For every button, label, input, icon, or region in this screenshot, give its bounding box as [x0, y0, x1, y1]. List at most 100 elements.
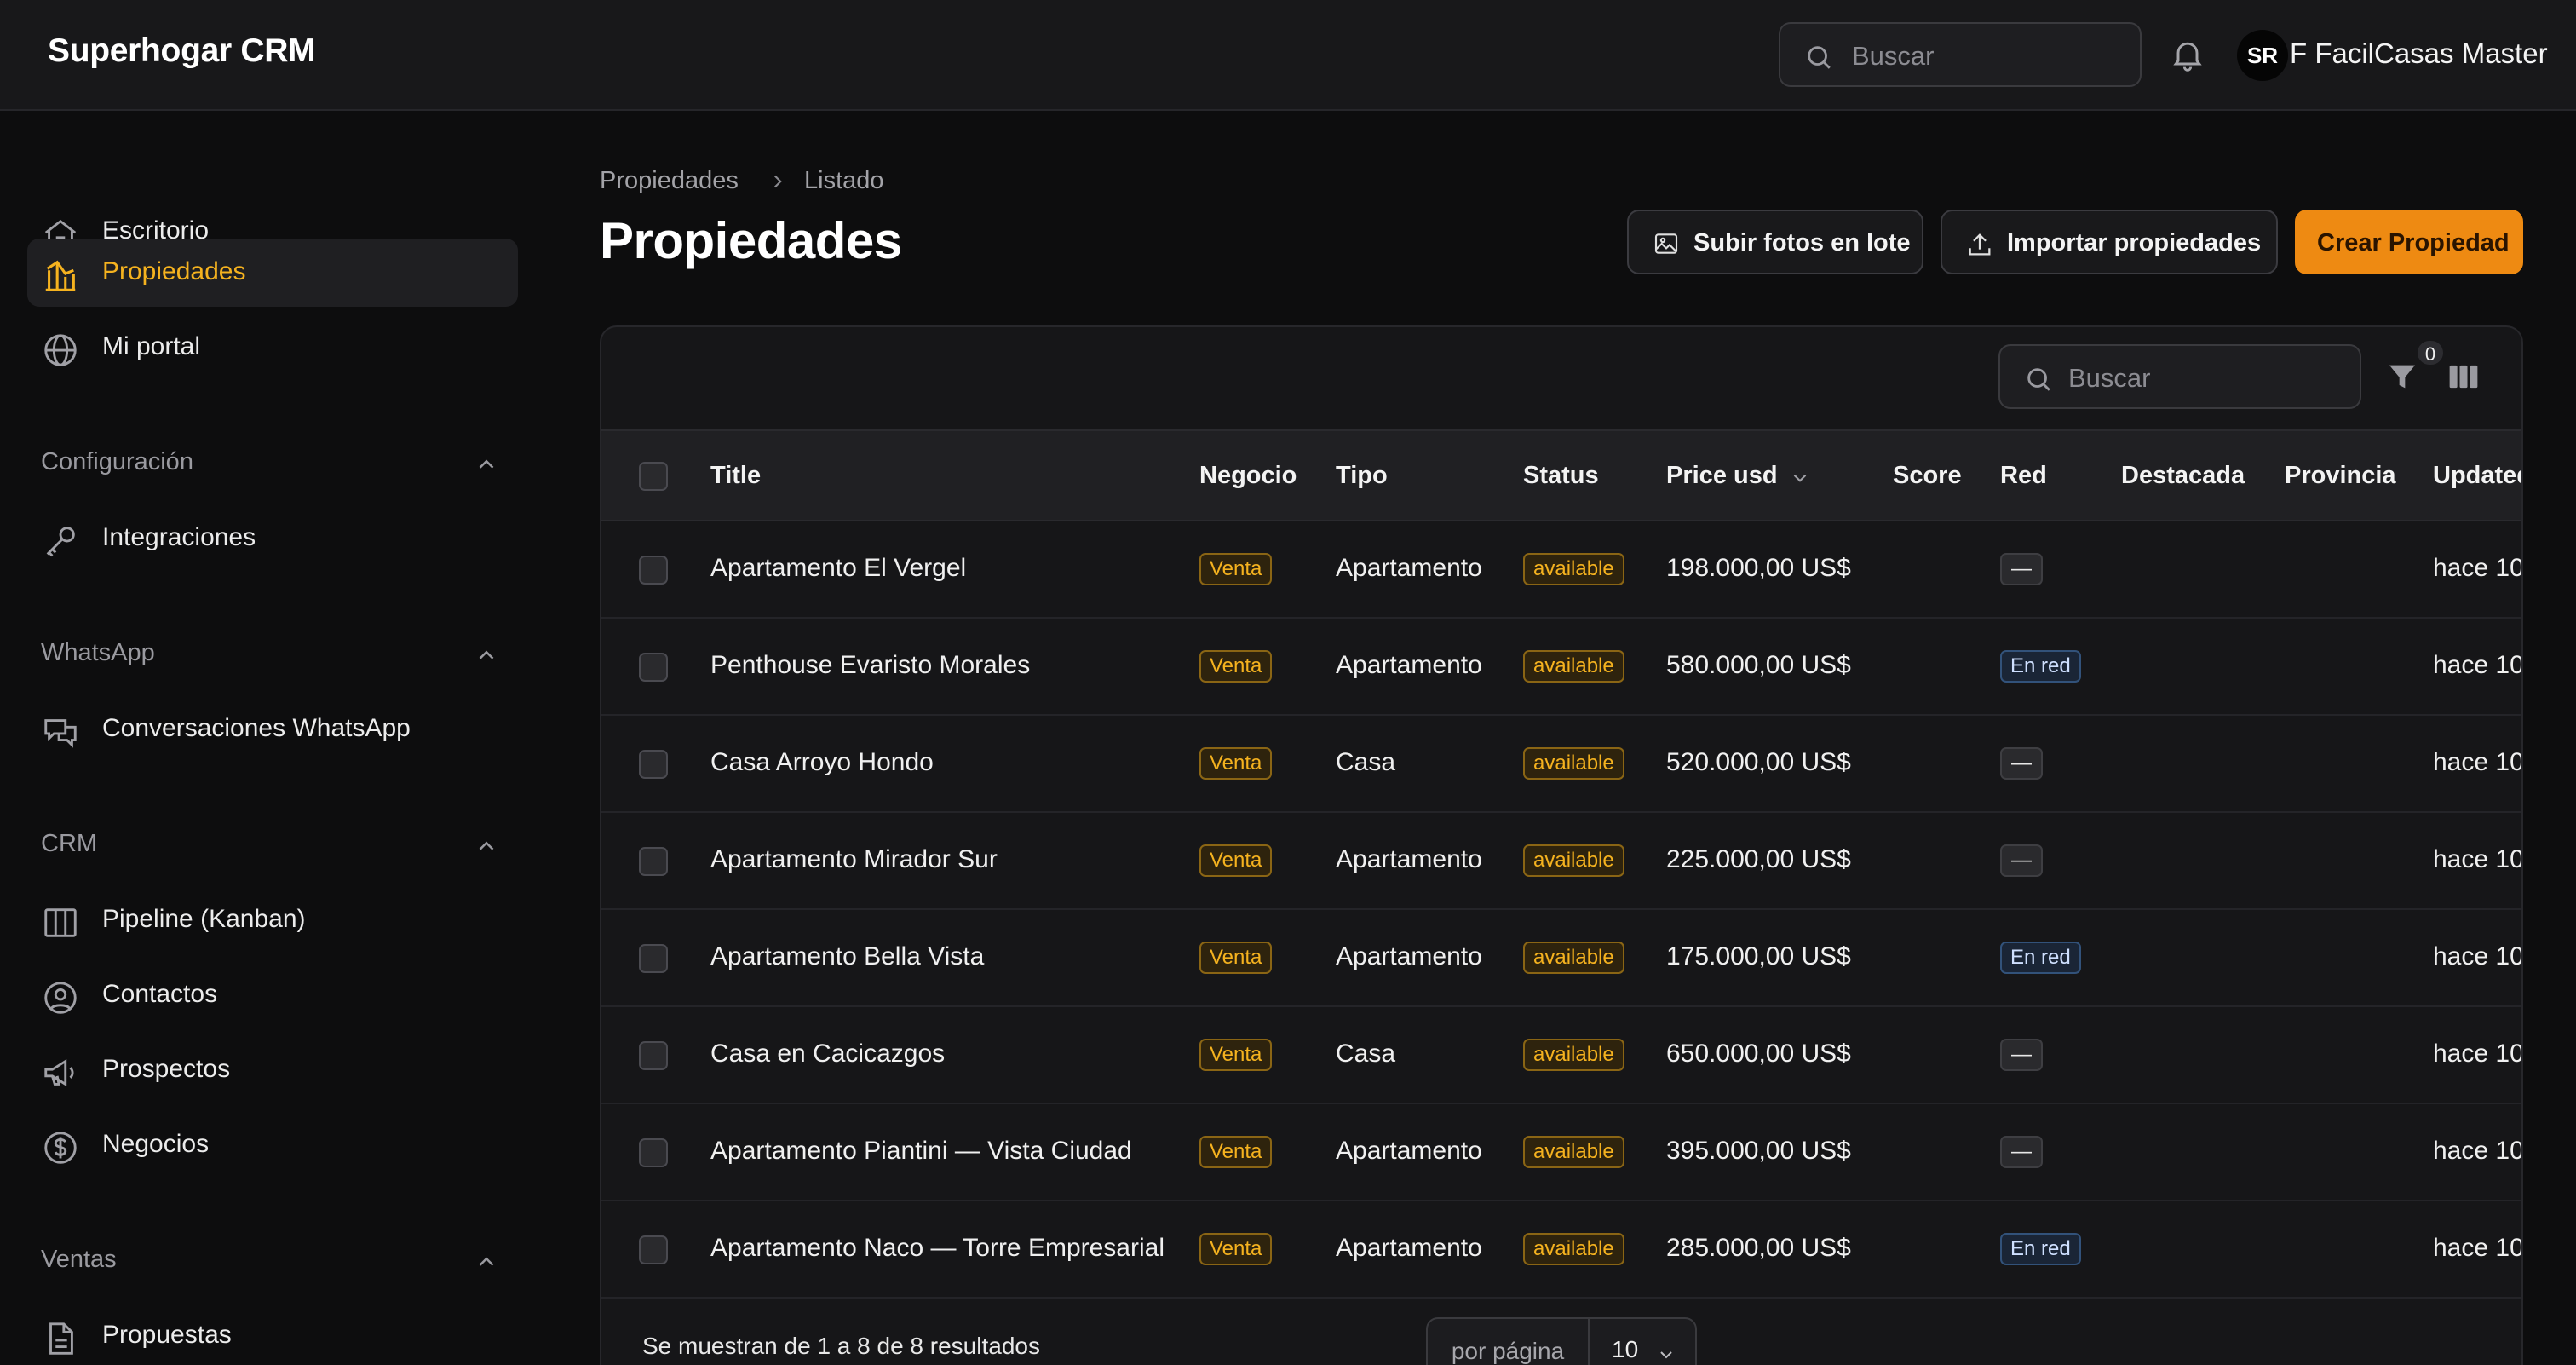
breadcrumb-current: Listado: [804, 167, 884, 194]
group-label-whatsapp[interactable]: WhatsApp: [41, 639, 155, 667]
table-row[interactable]: Apartamento Bella Vista Venta Apartament…: [601, 910, 2521, 1007]
user-name[interactable]: F FacilCasas Master: [2290, 37, 2548, 70]
search-placeholder: Buscar: [2068, 363, 2151, 393]
column-header-score[interactable]: Score: [1893, 462, 1962, 490]
cell-tipo: Apartamento: [1336, 651, 1482, 679]
negocio-badge: Venta: [1199, 553, 1273, 585]
column-header-price[interactable]: Price usd: [1666, 462, 1778, 490]
filter-icon[interactable]: [2385, 360, 2419, 394]
row-checkbox[interactable]: [639, 556, 668, 585]
cell-updated: hace 10: [2433, 1040, 2523, 1068]
column-header-destacada[interactable]: Destacada: [2121, 462, 2245, 490]
table-row[interactable]: Casa en Cacicazgos Venta Casa available …: [601, 1007, 2521, 1104]
red-badge: En red: [2000, 942, 2081, 974]
red-badge: —: [2000, 553, 2043, 585]
app-title[interactable]: Superhogar CRM: [48, 32, 316, 70]
columns-icon: [41, 903, 80, 942]
table-row[interactable]: Penthouse Evaristo Morales Venta Apartam…: [601, 619, 2521, 716]
cell-title[interactable]: Apartamento Bella Vista: [710, 942, 984, 971]
sidebar-item-conversaciones-whatsapp[interactable]: Conversaciones WhatsApp: [27, 695, 518, 763]
column-header-provincia[interactable]: Provincia: [2285, 462, 2396, 490]
chevron-up-icon[interactable]: [474, 452, 499, 477]
key-icon: [41, 521, 80, 561]
table-toolbar: Buscar 0: [601, 327, 2521, 429]
status-badge: available: [1523, 1233, 1624, 1265]
group-label-configuracion[interactable]: Configuración: [41, 448, 193, 476]
bulk-upload-photos-button[interactable]: Subir fotos en lote: [1627, 210, 1923, 274]
sidebar-item-integraciones[interactable]: Integraciones: [27, 504, 518, 573]
bell-icon[interactable]: [2169, 36, 2206, 73]
negocio-badge: Venta: [1199, 650, 1273, 682]
top-bar: Superhogar CRM Buscar SR F FacilCasas Ma…: [0, 0, 2576, 111]
columns-toggle-icon[interactable]: [2447, 361, 2481, 392]
table-row[interactable]: Apartamento Naco — Torre Empresarial Ven…: [601, 1201, 2521, 1299]
row-checkbox[interactable]: [639, 847, 668, 876]
chat-bubbles-icon: [41, 712, 80, 752]
table-row[interactable]: Apartamento Piantini — Vista Ciudad Vent…: [601, 1104, 2521, 1201]
breadcrumb-parent[interactable]: Propiedades: [600, 167, 739, 195]
sidebar-item-label: Conversaciones WhatsApp: [102, 714, 411, 742]
chevron-down-icon[interactable]: [1789, 467, 1811, 489]
sidebar-item-propiedades[interactable]: Propiedades: [27, 239, 518, 307]
cell-title[interactable]: Apartamento El Vergel: [710, 554, 966, 583]
select-all-checkbox[interactable]: [639, 462, 668, 491]
chevron-up-icon[interactable]: [474, 642, 499, 668]
status-badge: available: [1523, 747, 1624, 780]
column-header-tipo[interactable]: Tipo: [1336, 462, 1388, 490]
import-properties-button[interactable]: Importar propiedades: [1941, 210, 2278, 274]
table-row[interactable]: Apartamento Mirador Sur Venta Apartament…: [601, 813, 2521, 910]
cell-title[interactable]: Casa en Cacicazgos: [710, 1040, 945, 1068]
chevron-down-icon: [1656, 1345, 1676, 1365]
sidebar-item-negocios[interactable]: Negocios: [27, 1111, 518, 1179]
sidebar-item-pipeline[interactable]: Pipeline (Kanban): [27, 886, 518, 954]
row-checkbox[interactable]: [639, 653, 668, 682]
search-icon: [1804, 43, 1833, 72]
row-checkbox[interactable]: [639, 944, 668, 973]
sidebar-item-prospectos[interactable]: Prospectos: [27, 1036, 518, 1104]
create-property-button[interactable]: Crear Propiedad: [2295, 210, 2523, 274]
cell-title[interactable]: Apartamento Mirador Sur: [710, 845, 998, 874]
cell-updated: hace 10: [2433, 845, 2523, 873]
chevron-up-icon[interactable]: [474, 833, 499, 859]
column-header-updated[interactable]: Updated: [2433, 462, 2521, 490]
table-row[interactable]: Casa Arroyo Hondo Venta Casa available 5…: [601, 716, 2521, 813]
chevron-right-icon: [767, 170, 789, 193]
cell-updated: hace 10: [2433, 651, 2523, 679]
group-label-crm[interactable]: CRM: [41, 830, 97, 858]
search-icon: [2024, 365, 2053, 394]
red-badge: —: [2000, 1039, 2043, 1071]
per-page-select[interactable]: por página 10: [1426, 1317, 1697, 1365]
sidebar-item-contactos[interactable]: Contactos: [27, 961, 518, 1029]
import-label: Importar propiedades: [2007, 229, 2262, 256]
negocio-badge: Venta: [1199, 747, 1273, 780]
cell-tipo: Apartamento: [1336, 942, 1482, 970]
sidebar: Escritorio Propiedades Mi portal Configu…: [0, 112, 545, 1365]
row-checkbox[interactable]: [639, 1235, 668, 1264]
column-header-negocio[interactable]: Negocio: [1199, 462, 1297, 490]
cell-title[interactable]: Casa Arroyo Hondo: [710, 748, 934, 777]
column-header-red[interactable]: Red: [2000, 462, 2047, 490]
table-row[interactable]: Apartamento El Vergel Venta Apartamento …: [601, 521, 2521, 619]
column-header-title[interactable]: Title: [710, 462, 761, 490]
global-search-input[interactable]: Buscar: [1779, 22, 2142, 87]
per-page-label: por página: [1428, 1319, 1590, 1365]
avatar[interactable]: SR: [2237, 30, 2288, 81]
row-checkbox[interactable]: [639, 1041, 668, 1070]
cell-title[interactable]: Apartamento Piantini — Vista Ciudad: [710, 1137, 1132, 1166]
sidebar-item-propuestas[interactable]: Propuestas: [27, 1302, 518, 1365]
group-label-ventas[interactable]: Ventas: [41, 1246, 117, 1274]
table-search-input[interactable]: Buscar: [1998, 344, 2361, 409]
cell-title[interactable]: Apartamento Naco — Torre Empresarial: [710, 1234, 1164, 1263]
status-badge: available: [1523, 844, 1624, 877]
column-header-status[interactable]: Status: [1523, 462, 1599, 490]
row-checkbox[interactable]: [639, 750, 668, 779]
sidebar-item-mi-portal[interactable]: Mi portal: [27, 314, 518, 382]
document-icon: [41, 1319, 80, 1358]
chevron-up-icon[interactable]: [474, 1249, 499, 1275]
row-checkbox[interactable]: [639, 1138, 668, 1167]
negocio-badge: Venta: [1199, 844, 1273, 877]
globe-icon: [41, 331, 80, 370]
negocio-badge: Venta: [1199, 1039, 1273, 1071]
sidebar-item-label: Pipeline (Kanban): [102, 905, 306, 933]
cell-title[interactable]: Penthouse Evaristo Morales: [710, 651, 1030, 680]
